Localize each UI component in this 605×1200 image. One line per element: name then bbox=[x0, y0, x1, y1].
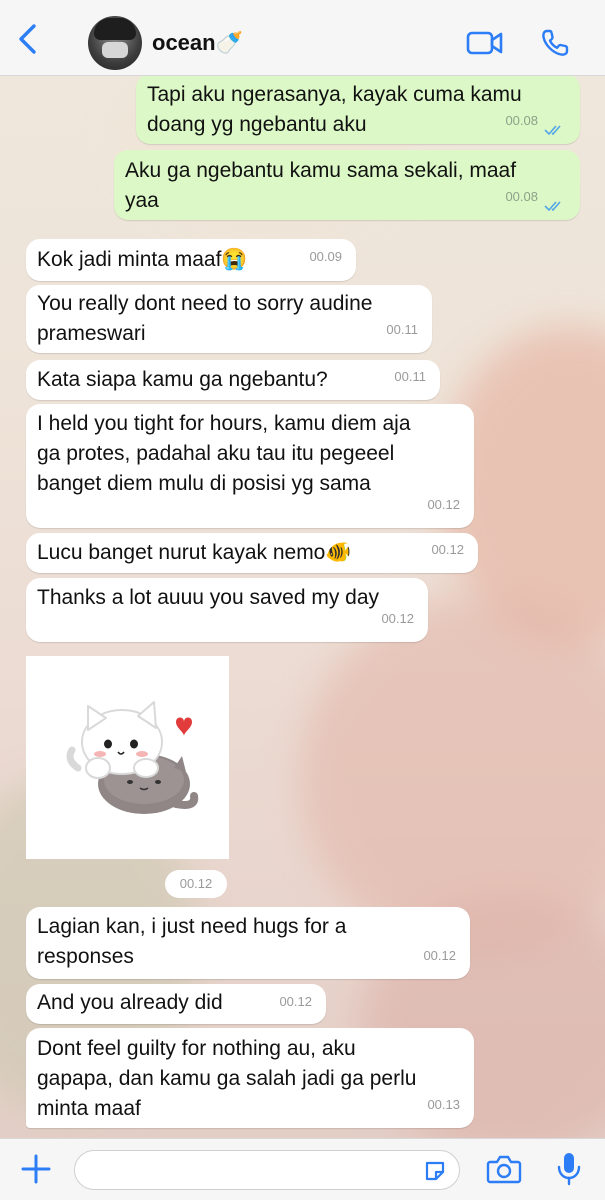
message-text: minta maaf bbox=[37, 1097, 141, 1120]
message-time: 00.11 bbox=[386, 322, 418, 337]
message-bubble-incoming[interactable]: Kata siapa kamu ga ngebantu? 00.11 bbox=[26, 360, 440, 400]
chat-header: ocean🍼 bbox=[0, 0, 605, 76]
back-chevron-icon[interactable] bbox=[14, 22, 44, 56]
avatar-mask bbox=[102, 42, 128, 58]
message-text: You really dont need to sorry audine bbox=[37, 292, 373, 315]
message-text: Kata siapa kamu ga ngebantu? bbox=[37, 368, 328, 391]
camera-icon[interactable] bbox=[486, 1154, 522, 1184]
message-time: 00.08 bbox=[505, 189, 538, 204]
avatar[interactable] bbox=[88, 16, 142, 70]
message-time: 00.12 bbox=[423, 948, 456, 963]
message-text: prameswari bbox=[37, 322, 146, 345]
message-text: Kok jadi minta maaf😭 bbox=[37, 248, 248, 271]
hugging-cats-sticker bbox=[66, 701, 199, 814]
sticker-icon[interactable] bbox=[423, 1159, 447, 1183]
message-bubble-incoming[interactable]: Kok jadi minta maaf😭 00.09 bbox=[26, 239, 356, 281]
message-bubble-incoming[interactable]: And you already did 00.12 bbox=[26, 984, 326, 1024]
message-bubble-outgoing[interactable]: Tapi aku ngerasanya, kayak cuma kamu doa… bbox=[136, 74, 580, 144]
message-text: And you already did bbox=[37, 991, 223, 1014]
message-time: 00.08 bbox=[505, 113, 538, 128]
message-text: Dont feel guilty for nothing au, aku bbox=[37, 1037, 356, 1060]
message-time: 00.12 bbox=[431, 542, 464, 557]
message-bubble-incoming[interactable]: Thanks a lot auuu you saved my day 00.12 bbox=[26, 578, 428, 642]
sticker-time: 00.12 bbox=[165, 870, 227, 898]
message-time: 00.11 bbox=[394, 369, 426, 384]
message-bubble-incoming[interactable]: You really dont need to sorry audine pra… bbox=[26, 285, 432, 353]
message-time: 00.13 bbox=[427, 1097, 460, 1112]
message-time: 00.12 bbox=[381, 611, 414, 626]
message-bubble-outgoing[interactable]: Aku ga ngebantu kamu sama sekali, maaf y… bbox=[114, 150, 580, 220]
read-ticks-icon bbox=[544, 125, 561, 136]
video-call-icon[interactable] bbox=[466, 30, 504, 56]
mic-icon[interactable] bbox=[556, 1151, 582, 1187]
sticker-message[interactable] bbox=[26, 656, 229, 859]
message-input[interactable] bbox=[74, 1150, 460, 1190]
message-bubble-incoming[interactable]: Lagian kan, i just need hugs for a respo… bbox=[26, 907, 470, 979]
message-time: 00.09 bbox=[309, 249, 342, 264]
message-bubble-incoming[interactable]: Lucu banget nurut kayak nemo🐠 00.12 bbox=[26, 533, 478, 573]
message-text: yaa bbox=[125, 189, 159, 212]
message-text: responses bbox=[37, 945, 134, 968]
plus-icon[interactable] bbox=[20, 1153, 52, 1185]
message-bubble-incoming[interactable]: Dont feel guilty for nothing au, aku gap… bbox=[26, 1028, 474, 1128]
message-bubble-incoming[interactable]: I held you tight for hours, kamu diem aj… bbox=[26, 404, 474, 528]
message-text: Thanks a lot auuu you saved my day bbox=[37, 586, 380, 609]
phone-call-icon[interactable] bbox=[540, 28, 570, 58]
message-text: Lagian kan, i just need hugs for a bbox=[37, 915, 347, 938]
message-text: gapapa, dan kamu ga salah jadi ga perlu bbox=[37, 1067, 417, 1090]
avatar-hair bbox=[94, 18, 136, 40]
message-text: Lucu banget nurut kayak nemo🐠 bbox=[37, 541, 352, 564]
message-text: ga protes, padahal aku tau itu pegeeel bbox=[37, 442, 395, 465]
message-time: 00.12 bbox=[279, 994, 312, 1009]
read-ticks-icon bbox=[544, 201, 561, 212]
message-text: banget diem mulu di posisi yg sama bbox=[37, 472, 371, 495]
contact-name[interactable]: ocean🍼 bbox=[152, 30, 243, 56]
message-text: I held you tight for hours, kamu diem aj… bbox=[37, 412, 411, 435]
message-time: 00.12 bbox=[427, 497, 460, 512]
message-text: Aku ga ngebantu kamu sama sekali, maaf bbox=[125, 159, 517, 182]
message-composer-bar bbox=[0, 1138, 605, 1200]
